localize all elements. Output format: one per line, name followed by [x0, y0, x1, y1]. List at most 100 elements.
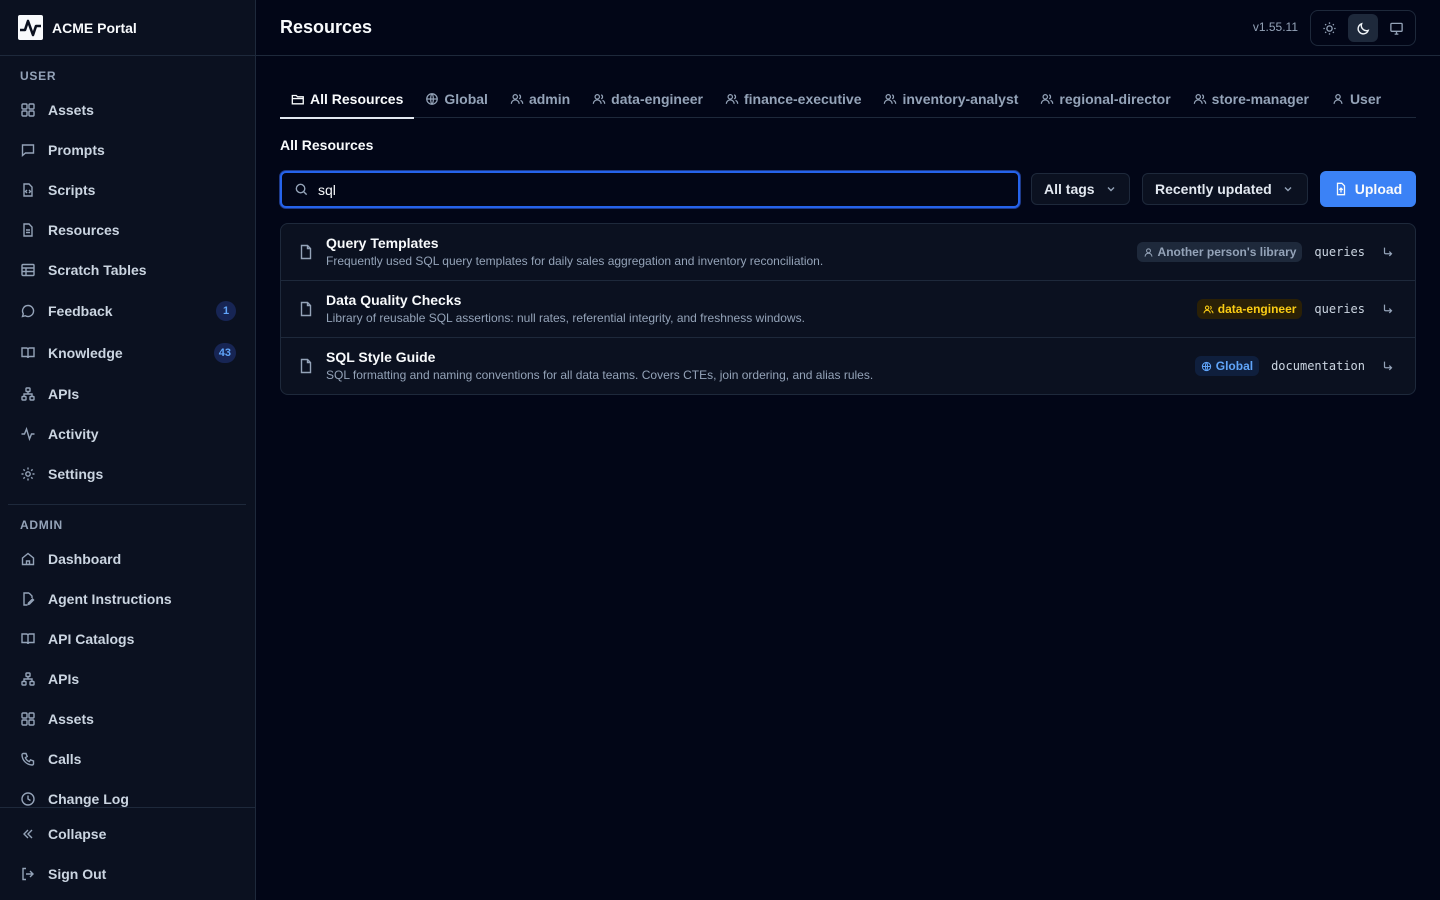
file-icon — [300, 244, 312, 260]
corner-down-right-icon[interactable] — [1381, 359, 1395, 373]
chevron-down-icon — [1107, 187, 1115, 192]
sidebar-item-dashboard[interactable]: Dashboard — [8, 541, 248, 577]
tab-admin[interactable]: admin — [499, 80, 581, 118]
sidebar-item-scripts[interactable]: Scripts — [8, 172, 248, 208]
sidebar-item-label: APIs — [48, 386, 80, 402]
sidebar-item-prompts[interactable]: Prompts — [8, 132, 248, 168]
tab-inventory-analyst[interactable]: inventory-analyst — [872, 80, 1029, 118]
system-theme-button[interactable] — [1381, 14, 1412, 42]
top-header: Resources v1.55.11 — [256, 0, 1440, 56]
tags-filter-select[interactable]: All tags — [1031, 173, 1130, 205]
feedback-count-badge: 1 — [216, 301, 236, 321]
sidebar-item-activity[interactable]: Activity — [8, 416, 248, 452]
sidebar-item-label: Agent Instructions — [48, 591, 172, 607]
home-icon — [21, 552, 35, 566]
sidebar: ACME Portal USER Assets Prompts Scripts … — [0, 0, 256, 900]
users-icon — [725, 94, 739, 104]
clock-icon — [21, 792, 35, 806]
search-box — [280, 171, 1020, 208]
sidebar-item-assets[interactable]: Assets — [8, 92, 248, 128]
sidebar-item-settings[interactable]: Settings — [8, 456, 248, 492]
chevron-down-icon — [1284, 187, 1292, 192]
upload-button[interactable]: Upload — [1320, 171, 1416, 207]
grid-icon — [21, 712, 35, 726]
tab-user[interactable]: User — [1320, 80, 1392, 118]
tab-regional-director[interactable]: regional-director — [1029, 80, 1181, 118]
tab-finance-executive[interactable]: finance-executive — [714, 80, 873, 118]
sidebar-item-admin-apis[interactable]: APIs — [8, 661, 248, 697]
tab-label: inventory-analyst — [902, 91, 1019, 107]
users-icon — [1203, 305, 1214, 313]
tab-data-engineer[interactable]: data-engineer — [581, 80, 714, 118]
resource-title: Data Quality Checks — [326, 292, 462, 308]
sidebar-item-calls[interactable]: Calls — [8, 741, 248, 777]
sidebar-item-knowledge[interactable]: Knowledge 43 — [8, 335, 248, 371]
sidebar-item-apis[interactable]: APIs — [8, 376, 248, 412]
corner-down-right-icon[interactable] — [1381, 245, 1395, 259]
scope-label: Another person's library — [1157, 245, 1297, 259]
tab-store-manager[interactable]: store-manager — [1182, 80, 1320, 118]
sign-out-button[interactable]: Sign Out — [8, 856, 248, 892]
book-icon — [21, 633, 35, 645]
file-code-icon — [23, 183, 33, 197]
scope-label: Global — [1215, 359, 1254, 373]
user-icon — [1144, 247, 1152, 257]
file-icon — [300, 358, 312, 374]
resource-tag: queries — [1314, 245, 1365, 259]
corner-down-right-icon[interactable] — [1381, 302, 1395, 316]
sidebar-item-api-catalogs[interactable]: API Catalogs — [8, 621, 248, 657]
phone-icon — [21, 752, 35, 766]
tab-global[interactable]: Global — [414, 80, 499, 118]
sidebar-item-feedback[interactable]: Feedback 1 — [8, 293, 248, 329]
sidebar-item-label: Scripts — [48, 182, 96, 198]
collapse-button[interactable]: Collapse — [8, 816, 248, 852]
scope-badge: data-engineer — [1196, 299, 1303, 319]
grid-icon — [21, 103, 35, 117]
user-section-label: USER — [20, 69, 57, 83]
sidebar-item-label: Feedback — [48, 303, 113, 319]
sidebar-item-admin-assets[interactable]: Assets — [8, 701, 248, 737]
globe-icon — [426, 93, 439, 105]
sort-select[interactable]: Recently updated — [1142, 173, 1308, 205]
sidebar-item-label: Scratch Tables — [48, 262, 147, 278]
tab-label: data-engineer — [611, 91, 703, 107]
sidebar-item-resources[interactable]: Resources — [8, 212, 248, 248]
sidebar-item-label: Prompts — [48, 142, 105, 158]
resource-title: SQL Style Guide — [326, 349, 436, 365]
sidebar-item-label: Calls — [48, 751, 82, 767]
resource-row[interactable]: Data Quality Checks Library of reusable … — [281, 281, 1415, 338]
tab-label: Global — [444, 91, 488, 107]
search-icon — [295, 183, 308, 196]
folder-open-icon — [291, 94, 304, 105]
tab-all-resources[interactable]: All Resources — [280, 80, 415, 119]
upload-label: Upload — [1354, 181, 1403, 197]
resource-title: Query Templates — [326, 235, 439, 251]
user-icon — [1333, 94, 1343, 104]
tags-filter-value: All tags — [1044, 181, 1095, 197]
light-theme-button[interactable] — [1314, 14, 1345, 42]
resource-description: SQL formatting and naming conventions fo… — [326, 368, 874, 382]
network-icon — [21, 672, 35, 686]
sidebar-item-agent-instructions[interactable]: Agent Instructions — [8, 581, 248, 617]
resource-description: Library of reusable SQL assertions: null… — [326, 311, 805, 325]
gear-icon — [21, 467, 35, 481]
scope-badge: Another person's library — [1136, 242, 1303, 262]
message-circle-icon — [21, 304, 35, 318]
scope-tabs: All Resources Global admin data-engineer… — [280, 80, 1416, 119]
section-title: All Resources — [280, 137, 374, 153]
resource-row[interactable]: Query Templates Frequently used SQL quer… — [281, 224, 1415, 281]
book-icon — [21, 347, 35, 359]
file-upload-icon — [1336, 182, 1345, 196]
brand[interactable]: ACME Portal — [0, 0, 255, 56]
users-icon — [1193, 94, 1206, 104]
globe-icon — [1201, 361, 1211, 371]
sign-out-label: Sign Out — [48, 866, 107, 882]
search-input[interactable] — [318, 181, 978, 198]
sidebar-item-label: Change Log — [48, 791, 129, 807]
sidebar-divider — [8, 504, 246, 505]
dark-theme-button[interactable] — [1347, 14, 1379, 42]
sidebar-item-scratch-tables[interactable]: Scratch Tables — [8, 252, 248, 288]
resource-row[interactable]: SQL Style Guide SQL formatting and namin… — [281, 338, 1415, 394]
scope-badge: Global — [1194, 356, 1260, 376]
tab-label: store-manager — [1211, 91, 1309, 107]
